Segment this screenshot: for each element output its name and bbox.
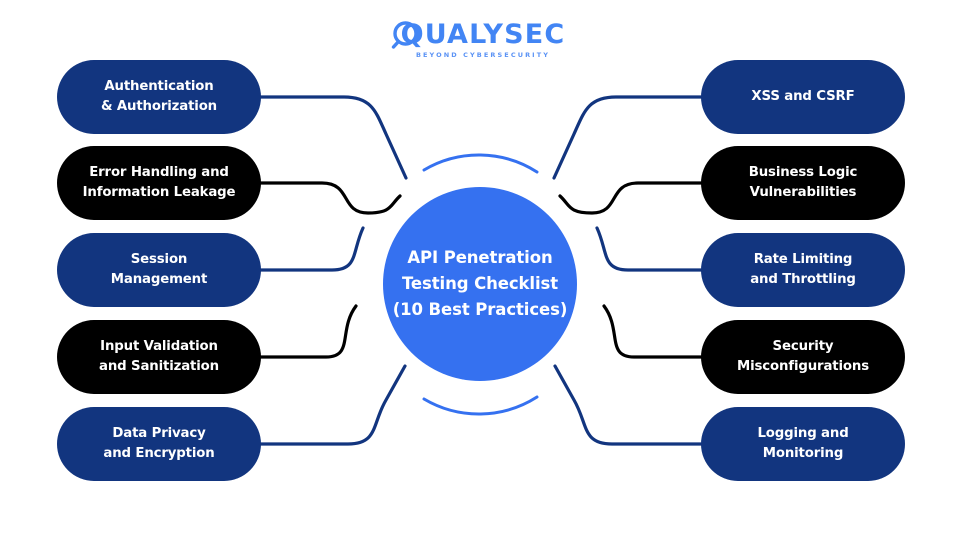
- node-left-2-line-2: Information Leakage: [82, 185, 236, 200]
- infographic-canvas: QUALYSEC BEYOND CYBERSECURITY API Penetr…: [0, 0, 960, 540]
- node-right-2[interactable]: Business Logic Vulnerabilities: [701, 146, 905, 220]
- node-right-2-line-1: Business Logic: [748, 165, 858, 180]
- center-title-line-1: API Penetration: [407, 248, 553, 267]
- node-right-5[interactable]: Logging and Monitoring: [701, 407, 905, 481]
- node-right-1-line-1: XSS and CSRF: [751, 89, 855, 104]
- node-right-4-line-2: Misconfigurations: [737, 359, 869, 374]
- connector-right-1: [552, 95, 703, 180]
- node-left-1-label: Authentication & Authorization: [101, 77, 217, 117]
- node-left-4-line-2: and Sanitization: [99, 359, 219, 374]
- node-left-4-label: Input Validation and Sanitization: [99, 337, 219, 377]
- node-left-4[interactable]: Input Validation and Sanitization: [57, 320, 261, 394]
- node-right-5-line-1: Logging and: [757, 426, 849, 441]
- node-left-1-line-2: & Authorization: [100, 99, 218, 114]
- node-right-1[interactable]: XSS and CSRF: [701, 60, 905, 134]
- node-left-3-label: Session Management: [110, 250, 208, 290]
- connector-right-5: [553, 364, 703, 446]
- node-left-5-line-2: and Encryption: [103, 446, 215, 461]
- node-right-5-label: Logging and Monitoring: [757, 424, 848, 464]
- node-right-5-line-2: Monitoring: [762, 446, 844, 461]
- node-right-1-label: XSS and CSRF: [751, 87, 854, 107]
- node-right-3[interactable]: Rate Limiting and Throttling: [701, 233, 905, 307]
- connector-right-4: [602, 304, 703, 359]
- node-right-2-label: Business Logic Vulnerabilities: [748, 163, 858, 203]
- node-left-1[interactable]: Authentication & Authorization: [57, 60, 261, 134]
- center-title-line-2: Testing Checklist: [401, 274, 559, 293]
- connector-left-5: [257, 364, 407, 446]
- connector-left-1: [257, 95, 408, 180]
- node-left-5-line-1: Data Privacy: [112, 426, 206, 441]
- decorative-arc-bottom: [422, 395, 539, 416]
- node-left-2-label: Error Handling and Information Leakage: [83, 163, 236, 203]
- connector-left-4: [257, 304, 358, 359]
- node-right-4-line-1: Security: [772, 339, 834, 354]
- node-right-4-label: Security Misconfigurations: [737, 337, 869, 377]
- node-left-1-line-1: Authentication: [104, 79, 214, 94]
- node-right-3-line-2: and Throttling: [750, 272, 856, 287]
- node-right-3-label: Rate Limiting and Throttling: [750, 250, 856, 290]
- node-left-5-label: Data Privacy and Encryption: [103, 424, 214, 464]
- center-circle: API Penetration Testing Checklist (10 Be…: [383, 187, 577, 381]
- node-left-2[interactable]: Error Handling and Information Leakage: [57, 146, 261, 220]
- connector-left-3: [257, 226, 365, 272]
- connector-right-2: [558, 181, 703, 215]
- decorative-arc-top: [422, 153, 539, 174]
- node-right-3-line-1: Rate Limiting: [753, 252, 853, 267]
- node-right-2-line-2: Vulnerabilities: [749, 185, 857, 200]
- node-left-3[interactable]: Session Management: [57, 233, 261, 307]
- node-left-3-line-2: Management: [110, 272, 208, 287]
- connector-left-2: [257, 181, 402, 215]
- node-left-2-line-1: Error Handling and: [89, 165, 229, 180]
- node-left-3-line-1: Session: [130, 252, 188, 267]
- node-left-4-line-1: Input Validation: [100, 339, 218, 354]
- node-left-5[interactable]: Data Privacy and Encryption: [57, 407, 261, 481]
- connector-right-3: [595, 226, 703, 272]
- center-title-line-3: (10 Best Practices): [392, 300, 568, 319]
- node-right-4[interactable]: Security Misconfigurations: [701, 320, 905, 394]
